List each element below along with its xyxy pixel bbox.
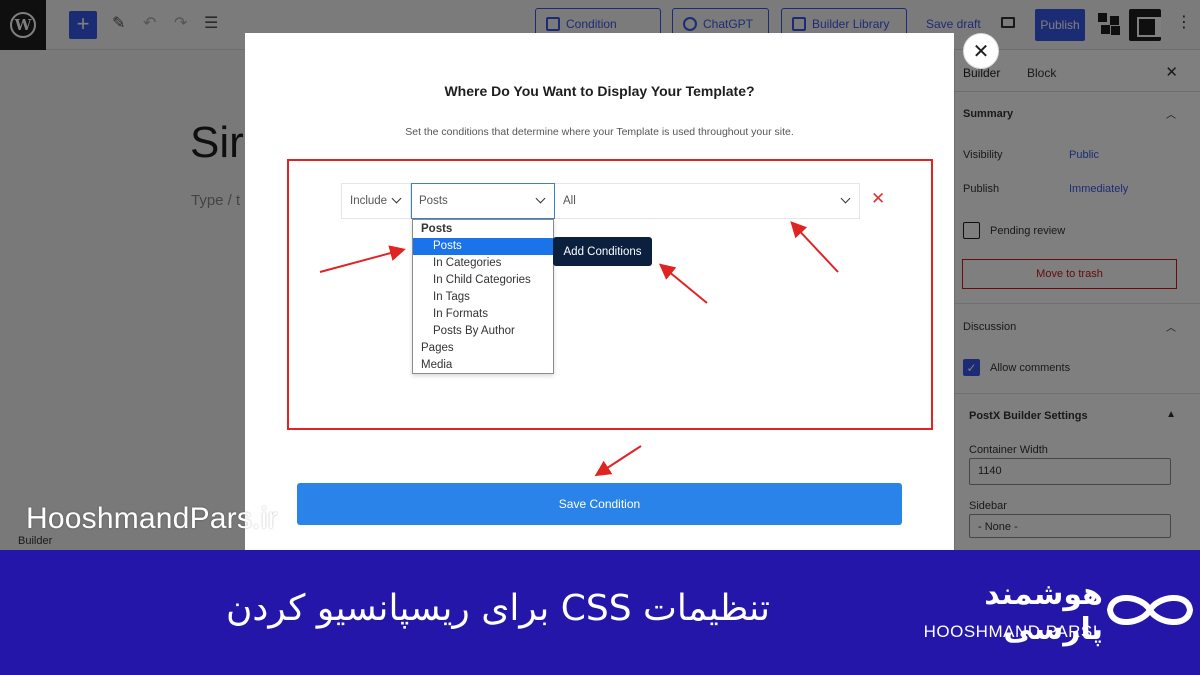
chevron-down-icon [391, 193, 402, 204]
modal-title: Where Do You Want to Display Your Templa… [444, 83, 755, 99]
close-modal-icon[interactable]: ✕ [963, 33, 999, 69]
condition-type-dropdown: Posts Posts In Categories In Child Categ… [412, 219, 554, 374]
dropdown-option[interactable]: In Categories [413, 255, 553, 272]
dropdown-group-posts: Posts [421, 223, 453, 235]
dropdown-option[interactable]: In Formats [413, 306, 553, 323]
chevron-down-icon [840, 193, 851, 204]
save-condition-button[interactable]: Save Condition [297, 483, 902, 525]
dropdown-option[interactable]: Posts By Author [413, 323, 553, 340]
add-conditions-button[interactable]: Add Conditions [553, 237, 652, 266]
banner-title: تنظیمات CSS برای ریسپانسیو کردن [225, 588, 770, 629]
promo-banner: تنظیمات CSS برای ریسپانسیو کردن هوشمند پ… [0, 550, 1200, 675]
dropdown-option[interactable]: In Child Categories [413, 272, 553, 289]
include-select[interactable]: Include [341, 183, 411, 219]
dropdown-option[interactable]: Media [413, 357, 553, 374]
chevron-down-icon [535, 193, 546, 204]
dropdown-option[interactable]: In Tags [413, 289, 553, 306]
remove-condition-icon[interactable]: ✕ [871, 189, 885, 209]
brand-name-english: HOOSHMAND PARSI [923, 622, 1098, 641]
dropdown-option[interactable]: Pages [413, 340, 553, 357]
watermark-text: HooshmandPars.ir [26, 502, 278, 535]
condition-type-select[interactable]: Posts [411, 183, 555, 219]
condition-scope-select[interactable]: All [555, 183, 860, 219]
modal-description: Set the conditions that determine where … [405, 126, 794, 138]
infinity-logo-icon [1106, 594, 1194, 626]
dropdown-option[interactable]: Posts [413, 238, 553, 255]
